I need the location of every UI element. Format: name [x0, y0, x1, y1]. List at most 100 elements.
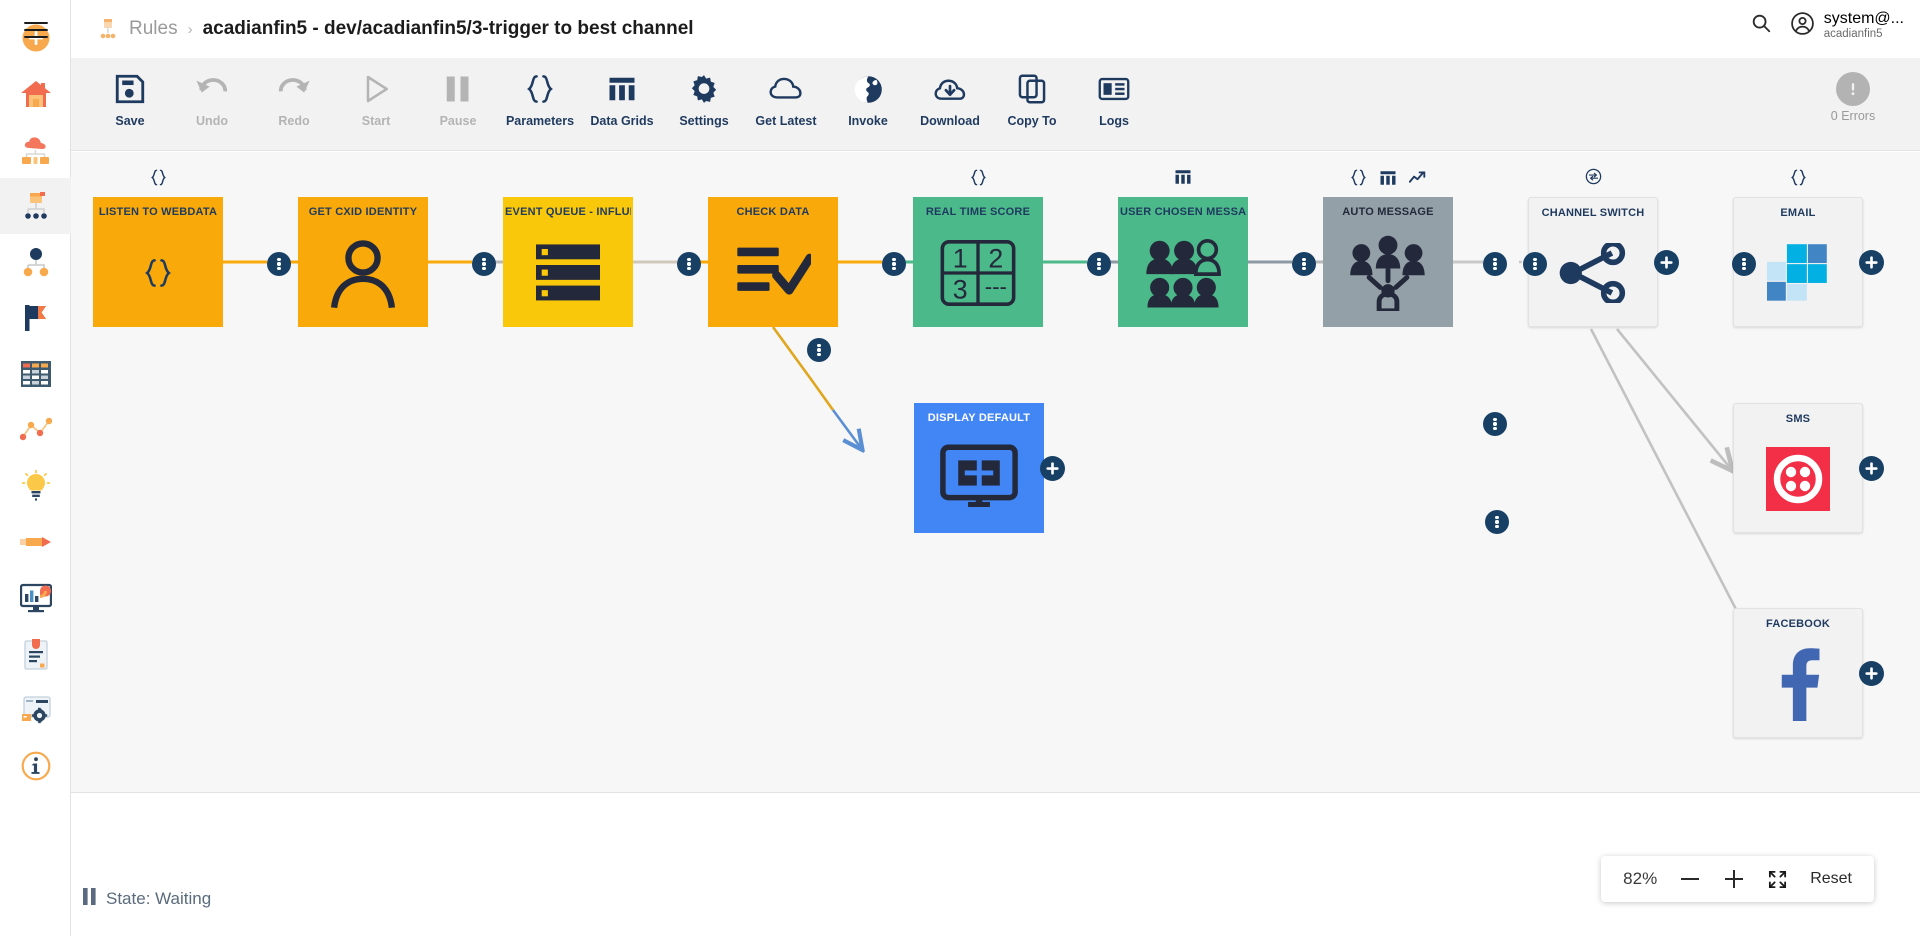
node-badges [1528, 168, 1658, 185]
add-node-button[interactable] [1654, 250, 1679, 275]
cloud-download-icon [933, 68, 967, 110]
toolbar-button-save[interactable]: Save [89, 68, 171, 128]
node-badges [1323, 168, 1453, 187]
toolbar-button-settings[interactable]: Settings [663, 68, 745, 128]
toolbar-button-data-grids[interactable]: Data Grids [581, 68, 663, 128]
person-icon [298, 218, 428, 327]
connector-menu-icon[interactable] [1732, 252, 1756, 276]
flow-node-facebook[interactable]: FACEBOOK [1733, 608, 1884, 738]
display-plus-icon [914, 424, 1044, 533]
svg-text:2: 2 [988, 243, 1003, 273]
svg-text:---: --- [985, 274, 1007, 299]
connector-menu-icon[interactable] [1485, 510, 1509, 534]
connector-menu-icon[interactable] [1483, 412, 1507, 436]
connector-menu-icon[interactable] [1483, 252, 1507, 276]
toolbar-button-label: Get Latest [755, 114, 817, 128]
braces-icon[interactable] [1350, 168, 1367, 187]
zoom-level: 82% [1623, 869, 1658, 888]
zoom-reset-button[interactable]: Reset [1810, 870, 1852, 888]
toolbar-button-invoke[interactable]: Invoke [827, 68, 909, 128]
connector-menu-icon[interactable] [1523, 252, 1547, 276]
trend-icon[interactable] [1409, 168, 1426, 187]
node-badges [1118, 168, 1248, 186]
switch-icon[interactable] [1585, 168, 1602, 185]
node-badges [1733, 168, 1863, 187]
connector-menu-icon[interactable] [1292, 252, 1316, 276]
connector-menu-icon[interactable] [677, 252, 701, 276]
copy-icon [1017, 68, 1047, 110]
node-label: REAL TIME SCORE [925, 206, 1031, 218]
exclamation-icon [1836, 72, 1870, 106]
flow-node-listen[interactable]: LISTEN TO WEBDATA [93, 169, 223, 327]
sidebar-item-projects[interactable] [0, 290, 71, 346]
sidebar-item-reports[interactable] [0, 626, 71, 682]
flow-node-switch[interactable]: CHANNEL SWITCH [1528, 168, 1679, 327]
flow-node-score[interactable]: REAL TIME SCORE 1 2 3 --- [913, 169, 1043, 327]
table-icon[interactable] [1174, 168, 1192, 186]
user-menu[interactable]: system@... acadianfin5 [1790, 10, 1904, 42]
svg-text:1: 1 [953, 243, 968, 273]
fullscreen-icon[interactable] [1767, 869, 1788, 890]
toolbar-button-parameters[interactable]: Parameters [499, 68, 581, 128]
toolbar-button-download[interactable]: Download [909, 68, 991, 128]
flow-node-automsg[interactable]: AUTO MESSAGE [1323, 169, 1453, 327]
zoom-in-button[interactable] [1723, 868, 1745, 890]
toolbar-button-logs[interactable]: Logs [1073, 68, 1155, 128]
toolbar-items: Save Undo Redo Start Pause Parameters Data Gri… [71, 58, 1920, 128]
scatter-icon [19, 417, 52, 443]
toolbar-button-label: Data Grids [590, 114, 654, 128]
sidebar-item-insights[interactable] [0, 458, 71, 514]
braces-icon[interactable] [150, 168, 167, 187]
flow-node-cxid[interactable]: GET CXID IDENTITY [298, 197, 428, 327]
sidebar-item-deployments[interactable] [0, 122, 71, 178]
add-node-button[interactable] [1859, 250, 1884, 275]
node-body: CHANNEL SWITCH [1528, 197, 1658, 327]
errors-indicator[interactable]: 0 Errors [1808, 72, 1898, 123]
connector-menu-icon[interactable] [882, 252, 906, 276]
report-icon [23, 638, 49, 670]
node-label: CHECK DATA [736, 206, 810, 218]
add-node-button[interactable] [1859, 661, 1884, 686]
avatar [1790, 11, 1815, 41]
add-node-button[interactable] [1040, 456, 1065, 481]
add-node-button[interactable] [1859, 456, 1884, 481]
sidebar-item-home[interactable] [0, 66, 71, 122]
zoom-out-button[interactable] [1679, 868, 1701, 890]
sidebar-item-data-grids[interactable] [0, 346, 71, 402]
connector-menu-icon[interactable] [472, 252, 496, 276]
share-icon [1529, 219, 1657, 326]
facebook-icon [1734, 630, 1862, 737]
sidebar-item-rules[interactable] [0, 178, 71, 234]
flow-node-usermsg[interactable]: USER CHOSEN MESSAGE [1118, 170, 1248, 327]
flow-node-queue[interactable]: EVENT QUEUE - INFLUE... [503, 197, 633, 327]
sidebar-item-workflows[interactable] [0, 234, 71, 290]
user-name: system@... [1823, 10, 1904, 27]
pause-icon [83, 888, 96, 910]
connector-menu-icon[interactable] [267, 252, 291, 276]
node-label: FACEBOOK [1766, 618, 1830, 630]
sidebar-item-actions[interactable] [0, 514, 71, 570]
rule-flow-canvas[interactable]: LISTEN TO WEBDATA GET CXID IDENTITY EVENT … [71, 152, 1920, 792]
menu-toggle-button[interactable] [20, 14, 52, 46]
sidebar-item-about[interactable] [0, 738, 71, 794]
node-body: SMS [1733, 403, 1863, 533]
sidebar-item-dashboards[interactable] [0, 570, 71, 626]
toolbar-button-get-latest[interactable]: Get Latest [745, 68, 827, 128]
header-actions: system@... acadianfin5 [1750, 10, 1904, 42]
connector-menu-icon[interactable] [807, 338, 831, 362]
connector-menu-icon[interactable] [1087, 252, 1111, 276]
braces-icon[interactable] [1790, 168, 1807, 187]
toolbar-button-copy-to[interactable]: Copy To [991, 68, 1073, 128]
braces-icon[interactable] [970, 168, 987, 187]
breadcrumb-root[interactable]: Rules [129, 18, 178, 40]
toolbar-button-label: Undo [196, 114, 228, 128]
toolbar-button-label: Parameters [505, 114, 575, 128]
cloud-icon [768, 68, 804, 110]
search-icon[interactable] [1750, 12, 1772, 39]
flow-node-sms[interactable]: SMS [1733, 403, 1884, 533]
sidebar-item-analytics[interactable] [0, 402, 71, 458]
table-icon[interactable] [1379, 168, 1397, 187]
flow-node-check[interactable]: CHECK DATA [708, 197, 838, 327]
sidebar-item-admin[interactable] [0, 682, 71, 738]
flow-node-display[interactable]: DISPLAY DEFAULT [914, 403, 1065, 533]
